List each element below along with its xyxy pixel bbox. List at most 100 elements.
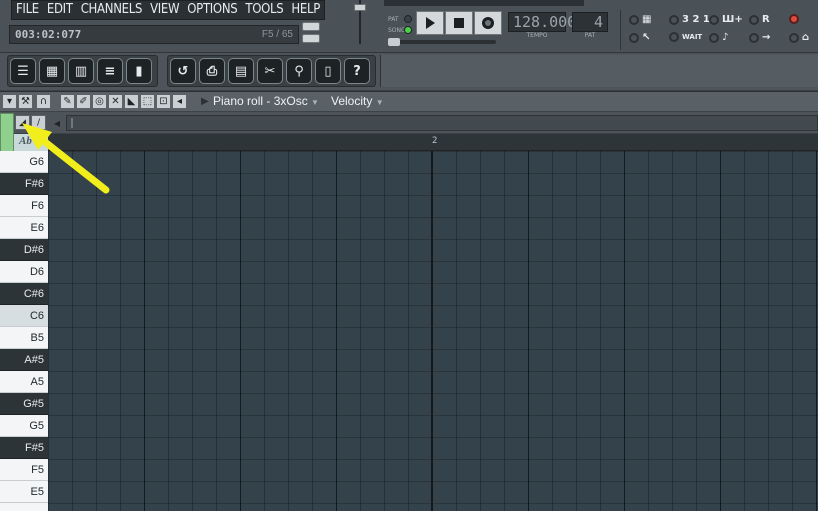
horizontal-scrollbar[interactable] bbox=[66, 115, 818, 131]
typing-keyboard-icon: ▦ bbox=[642, 14, 652, 25]
project-browser-button[interactable]: ▤ bbox=[228, 58, 254, 84]
menu-tools[interactable]: TOOLS bbox=[241, 1, 287, 19]
lock-toggle[interactable]: ⌂ bbox=[789, 32, 809, 43]
step-edit-toggle[interactable]: ♪ bbox=[709, 32, 728, 43]
piano-key[interactable]: E5 bbox=[0, 481, 48, 503]
snap-tool-button[interactable]: ⚒ bbox=[18, 94, 33, 109]
piano-key[interactable]: C6 bbox=[0, 305, 48, 327]
paint-tool-button[interactable]: ✐ bbox=[76, 94, 91, 109]
option-radio bbox=[749, 32, 759, 43]
beat-line bbox=[240, 151, 241, 511]
record-button[interactable] bbox=[474, 11, 502, 35]
select-tool-button[interactable]: ⬚ bbox=[140, 94, 155, 109]
save-button[interactable]: ⎙ bbox=[199, 58, 225, 84]
chevron-down-icon: ▾ bbox=[6, 96, 13, 107]
record-mode-icon: R bbox=[762, 14, 770, 25]
blend-notes-toggle[interactable]: Ш+ bbox=[709, 14, 743, 25]
piano-key[interactable]: F5 bbox=[0, 459, 48, 481]
song-mode-led[interactable] bbox=[404, 26, 412, 34]
piano-roll-side-tab[interactable] bbox=[0, 113, 14, 153]
portamento-button[interactable]: / bbox=[31, 115, 46, 130]
menu-edit[interactable]: EDIT bbox=[43, 1, 77, 19]
zoom-tool-button[interactable]: ⊡ bbox=[156, 94, 171, 109]
option-radio bbox=[749, 14, 759, 25]
mixer-window-button[interactable]: ▮ bbox=[126, 58, 152, 84]
piano-key[interactable]: D#6 bbox=[0, 239, 48, 261]
piano-key[interactable]: F#6 bbox=[0, 173, 48, 195]
cut-tool-button[interactable]: ✂ bbox=[257, 58, 283, 84]
menu-options[interactable]: OPTIONS bbox=[183, 1, 241, 19]
slide-tools: ◢ / bbox=[15, 115, 47, 131]
piano-key[interactable]: F#5 bbox=[0, 437, 48, 459]
piano-key[interactable]: E6 bbox=[0, 217, 48, 239]
scrollbar-grip[interactable] bbox=[71, 118, 73, 128]
piano-key[interactable]: A5 bbox=[0, 371, 48, 393]
menu-file[interactable]: FILE bbox=[12, 1, 43, 19]
toolbar-empty-area bbox=[380, 55, 818, 87]
piano-key[interactable]: D6 bbox=[0, 261, 48, 283]
step-sequencer-button[interactable]: ▦ bbox=[39, 58, 65, 84]
song-position-thumb[interactable] bbox=[388, 38, 400, 46]
piano-key[interactable]: C#6 bbox=[0, 283, 48, 305]
view-toggle-buttons bbox=[302, 22, 322, 46]
piano-key[interactable]: G6 bbox=[0, 151, 48, 173]
piano-key[interactable]: A#5 bbox=[0, 349, 48, 371]
piano-roll-window-button[interactable]: ▥ bbox=[68, 58, 94, 84]
event-param-selector[interactable]: Velocity ▼ bbox=[331, 94, 384, 108]
delete-tool-button[interactable]: ◎ bbox=[92, 94, 107, 109]
help-button[interactable]: ? bbox=[344, 58, 370, 84]
mini-toggle-a[interactable] bbox=[302, 22, 320, 31]
playlist-window-button[interactable]: ☰ bbox=[10, 58, 36, 84]
play-button[interactable] bbox=[416, 11, 444, 35]
slide-note-button[interactable]: ◢ bbox=[15, 115, 30, 130]
chevron-down-icon: ▼ bbox=[375, 98, 384, 107]
template-button[interactable]: ▯ bbox=[315, 58, 341, 84]
slice-tool-button[interactable]: ◣ bbox=[124, 94, 139, 109]
song-position-bar[interactable] bbox=[388, 38, 496, 46]
record-arm-toggle[interactable] bbox=[789, 14, 802, 24]
loop-record-toggle[interactable]: → bbox=[749, 32, 770, 43]
record-icon bbox=[482, 17, 494, 29]
search-button[interactable]: ⚲ bbox=[286, 58, 312, 84]
note-grid[interactable] bbox=[48, 151, 818, 511]
piano-key[interactable] bbox=[0, 503, 48, 511]
recording-options-panel: ▦ 3 2 1 Ш+ R ↖ WAIT ♪ → ⌂ bbox=[620, 10, 818, 50]
undo-button[interactable]: ↺ bbox=[170, 58, 196, 84]
beat-line bbox=[720, 151, 721, 511]
record-mode-toggle[interactable]: R bbox=[749, 14, 770, 25]
mute-tool-button[interactable]: ✕ bbox=[108, 94, 123, 109]
scroll-left-button[interactable]: ◀ bbox=[50, 116, 64, 130]
main-header: FILE EDIT CHANNELS VIEW OPTIONS TOOLS HE… bbox=[0, 0, 818, 52]
lock-icon: ⌂ bbox=[802, 32, 810, 43]
channel-list-button[interactable]: ≡ bbox=[97, 58, 123, 84]
stop-button[interactable] bbox=[445, 11, 473, 35]
menu-bar: FILE EDIT CHANNELS VIEW OPTIONS TOOLS HE… bbox=[11, 0, 325, 20]
pattern-display[interactable]: 4 PAT bbox=[572, 12, 608, 39]
menu-channels[interactable]: CHANNELS bbox=[77, 1, 146, 19]
menu-help[interactable]: HELP bbox=[287, 1, 324, 19]
time-ruler[interactable]: 2 bbox=[48, 134, 818, 151]
piano-key[interactable]: G5 bbox=[0, 415, 48, 437]
piano-key[interactable]: F6 bbox=[0, 195, 48, 217]
countdown-toggle[interactable]: 3 2 1 bbox=[669, 14, 710, 25]
step-edit-icon: ♪ bbox=[722, 32, 729, 43]
mini-toggle-b[interactable] bbox=[302, 34, 320, 43]
menu-view[interactable]: VIEW bbox=[146, 1, 183, 19]
option-radio bbox=[669, 14, 679, 25]
tempo-display[interactable]: 128.000 TEMPO bbox=[508, 12, 576, 39]
undo-icon: ↺ bbox=[177, 63, 189, 79]
typing-keyboard-toggle[interactable]: ▦ bbox=[629, 14, 651, 25]
piano-key[interactable]: B5 bbox=[0, 327, 48, 349]
magnet-button[interactable]: ∩ bbox=[36, 94, 51, 109]
draw-tool-button[interactable]: ✎ bbox=[60, 94, 75, 109]
piano-roll-menu-button[interactable]: ▾ bbox=[2, 94, 17, 109]
master-volume-slider[interactable] bbox=[352, 0, 368, 48]
playback-tool-button[interactable]: ◂ bbox=[172, 94, 187, 109]
metronome-toggle[interactable]: ↖ bbox=[629, 32, 650, 43]
piano-key[interactable]: G#5 bbox=[0, 393, 48, 415]
piano-roll-title[interactable]: Piano roll - 3xOsc ▼ bbox=[213, 94, 319, 108]
slider-knob[interactable] bbox=[354, 4, 366, 11]
transport-buttons bbox=[416, 11, 503, 35]
pat-mode-led[interactable] bbox=[404, 15, 412, 23]
wait-for-input-toggle[interactable]: WAIT bbox=[669, 32, 702, 42]
